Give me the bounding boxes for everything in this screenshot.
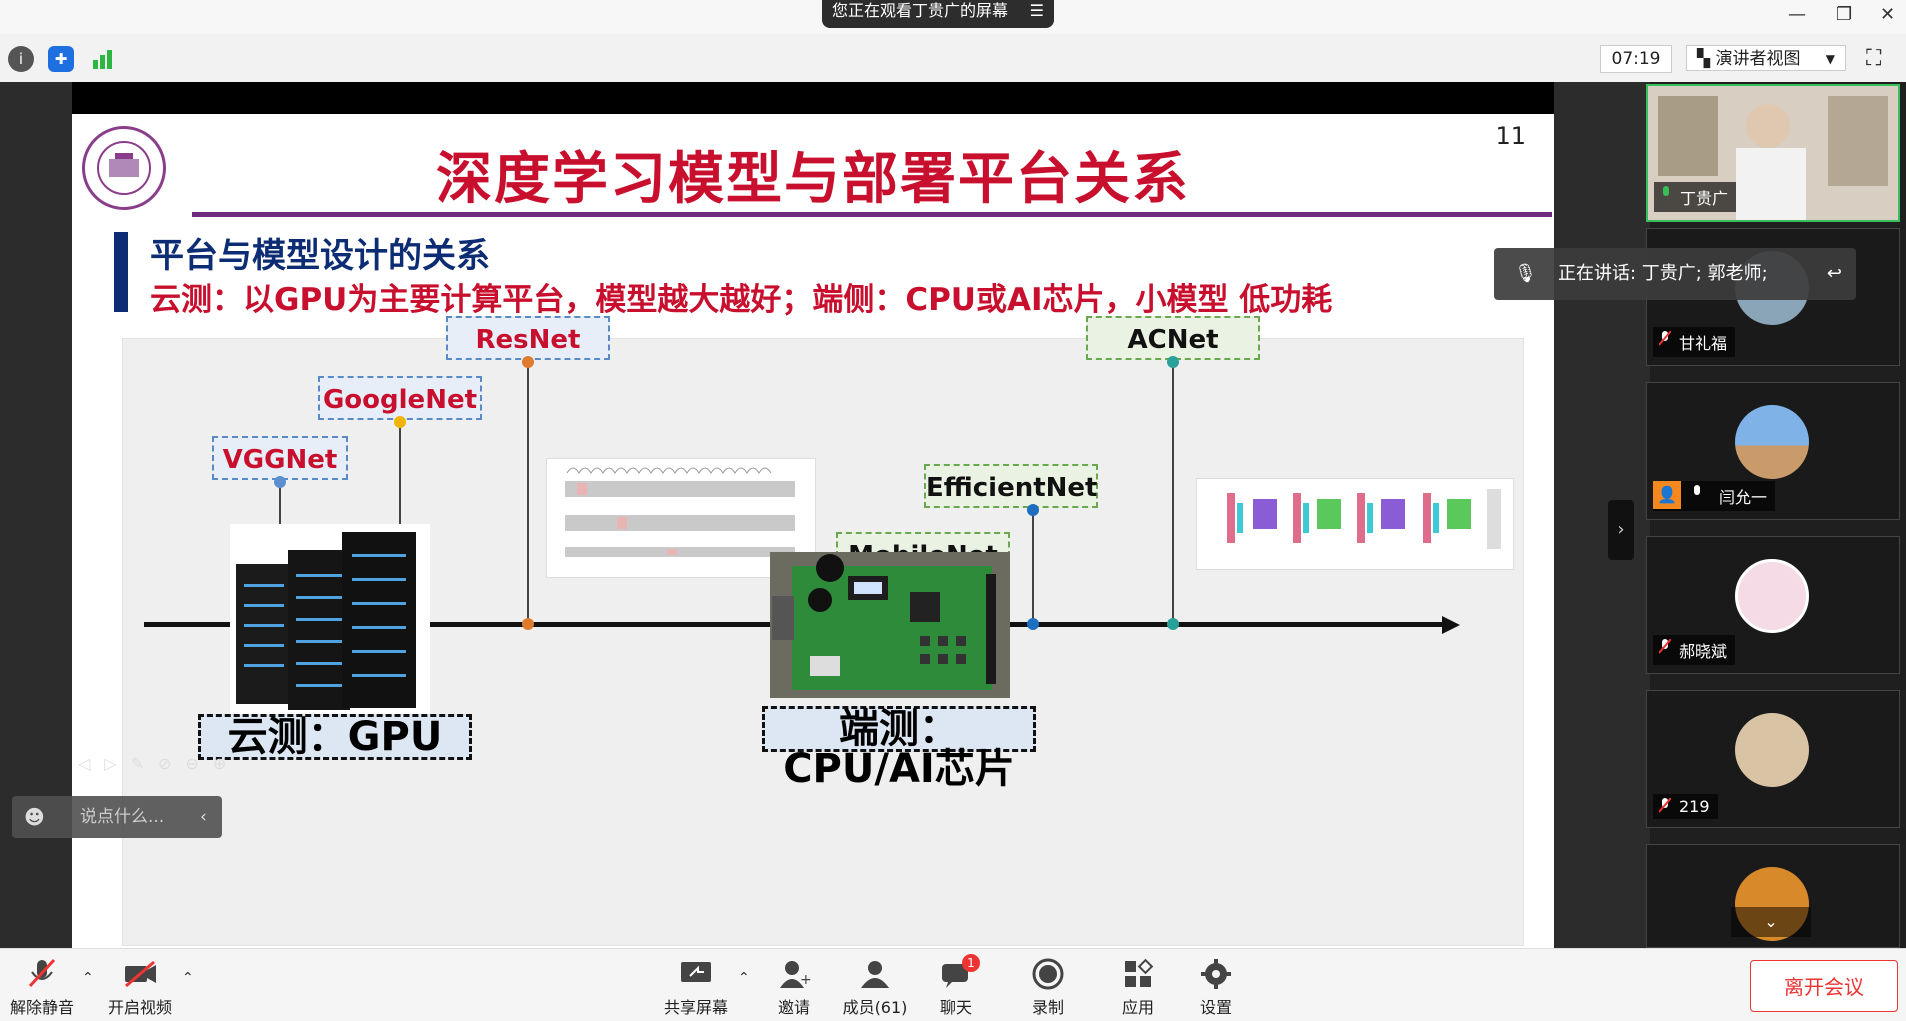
chat-badge: 1 [962, 954, 980, 972]
participant-name-tag: 👤 闫允一 [1653, 481, 1776, 511]
user-icon: 👤 [1653, 481, 1681, 509]
participant-name-tag: 丁贵广 [1654, 182, 1737, 212]
menu-icon[interactable]: ☰ [1030, 0, 1044, 22]
edge-board-image [770, 552, 1010, 698]
resnet-dot [522, 356, 534, 368]
close-icon[interactable]: ✕ [1880, 4, 1895, 25]
participant-name-tag: 甘礼福 [1653, 327, 1736, 357]
chat-input-placeholder: 说点什么... [80, 807, 165, 827]
chat-button[interactable]: 聊天 1 [928, 954, 984, 1018]
timeline-arrowhead [1442, 616, 1460, 634]
chevron-up-icon[interactable]: ⌃ [182, 970, 194, 986]
mic-muted-icon: 🎙 [1514, 263, 1537, 284]
start-video-button[interactable]: 开启视频 [104, 958, 176, 1018]
gear-icon [1198, 958, 1234, 990]
apps-icon [1120, 958, 1156, 990]
chevron-up-icon[interactable]: ⌃ [82, 970, 94, 986]
record-icon [1030, 958, 1066, 990]
resnet-stem [527, 360, 529, 624]
participant-tile[interactable]: 丁贵广 [1646, 84, 1900, 222]
signal-icon[interactable] [92, 48, 114, 70]
chevron-up-icon[interactable]: ⌃ [738, 970, 750, 986]
gpu-server-image [230, 524, 430, 720]
acnet-architecture-image [1196, 478, 1514, 570]
share-screen-button[interactable]: 共享屏幕 [660, 958, 732, 1018]
meeting-timer: 07:19 [1600, 45, 1672, 73]
model-acnet: ACNet [1086, 316, 1260, 360]
subtitle-accent-bar [114, 232, 128, 312]
participant-tile[interactable]: ⌄ [1646, 844, 1900, 948]
members-button[interactable]: 成员(61) [840, 958, 910, 1018]
emoji-icon[interactable]: ☻ [24, 796, 45, 838]
slide-annotation-toolbar[interactable]: ◁▷✎⊘⊖⊕ [78, 754, 258, 774]
avatar [1735, 405, 1809, 479]
mic-on-icon [1660, 186, 1672, 202]
chevron-down-icon[interactable]: ⌄ [1731, 907, 1811, 937]
unmute-button[interactable]: 解除静音 [6, 958, 78, 1018]
share-notice: 您正在观看丁贵广的屏幕 ☰ [822, 0, 1055, 28]
info-icon[interactable]: i [8, 46, 34, 72]
speaking-text: 正在讲话: 丁贵广; 郭老师; [1558, 263, 1768, 284]
model-efficientnet: EfficientNet [924, 464, 1098, 508]
edge-chip-label: 端测：CPU/AI芯片 [762, 706, 1036, 789]
leave-meeting-button[interactable]: 离开会议 [1750, 960, 1898, 1012]
participant-name-tag: 郝晓斌 [1653, 635, 1736, 665]
participant-tile[interactable]: 👤 闫允一 [1646, 382, 1900, 520]
shield-icon[interactable]: ✚ [48, 46, 74, 72]
model-vggnet: VGGNet [212, 436, 348, 480]
slide-title: 深度学习模型与部署平台关系 [436, 147, 1190, 212]
record-button[interactable]: 录制 [1020, 958, 1076, 1018]
apps-button[interactable]: 应用 [1110, 958, 1166, 1018]
slide-subtitle: 平台与模型设计的关系 [150, 236, 490, 276]
settings-button[interactable]: 设置 [1188, 958, 1244, 1018]
title-divider [192, 212, 1552, 217]
users-icon [857, 958, 893, 990]
share-notice-text: 您正在观看丁贵广的屏幕 [832, 1, 1009, 20]
view-mode-label: 演讲者视图 [1715, 49, 1801, 69]
speaking-indicator: 🎙 正在讲话: 丁贵广; 郭老师; ↩ [1494, 248, 1856, 300]
mic-muted-icon [1658, 330, 1672, 347]
avatar [1735, 713, 1809, 787]
participant-tile[interactable]: 219 [1646, 690, 1900, 828]
acnet-stem [1172, 360, 1174, 624]
chevron-left-icon[interactable]: ‹ [200, 796, 207, 838]
presentation-slide: 深度学习模型与部署平台关系 11 平台与模型设计的关系 云测：以GPU为主要计算… [72, 114, 1554, 948]
mic-muted-icon [1658, 797, 1672, 814]
add-user-icon: + [776, 958, 812, 990]
slide-top-bar [72, 82, 1554, 114]
svg-text:+: + [800, 972, 812, 988]
view-mode-dropdown[interactable]: ▚ 演讲者视图 ▼ [1686, 45, 1846, 71]
page-number: 11 [1495, 122, 1526, 150]
layout-icon: ▚ [1697, 49, 1716, 69]
reply-icon[interactable]: ↩ [1827, 248, 1842, 300]
fullscreen-icon[interactable]: ⛶ [1866, 46, 1881, 71]
acnet-axis-dot [1167, 618, 1179, 630]
minimize-icon[interactable]: — [1788, 4, 1806, 25]
efficientnet-axis-dot [1027, 618, 1039, 630]
mic-on-icon [1691, 485, 1703, 501]
mic-muted-icon [1658, 638, 1672, 655]
participant-tile[interactable]: 郝晓斌 [1646, 536, 1900, 674]
efficientnet-stem [1032, 508, 1034, 624]
model-resnet: ResNet [446, 316, 610, 360]
efficientnet-dot [1027, 504, 1039, 516]
chevron-down-icon: ▼ [1825, 52, 1835, 66]
share-screen-icon [678, 958, 714, 990]
participant-name-tag: 219 [1653, 794, 1718, 819]
slide-subtitle-detail: 云测：以GPU为主要计算平台，模型越大越好；端侧：CPU或AI芯片，小模型 低功… [150, 282, 1333, 318]
invite-button[interactable]: + 邀请 [766, 958, 822, 1018]
chat-quick-input[interactable]: ☻ 说点什么... ‹ [12, 796, 222, 838]
restore-icon[interactable]: ❐ [1836, 4, 1852, 25]
acnet-dot [1167, 356, 1179, 368]
resnet-axis-dot [522, 618, 534, 630]
collapse-panel-toggle[interactable]: › [1608, 500, 1634, 560]
mic-muted-icon [24, 958, 60, 990]
video-off-icon [122, 958, 158, 990]
model-googlenet: GoogleNet [318, 376, 482, 420]
avatar [1735, 559, 1809, 633]
googlenet-dot [394, 416, 406, 428]
vggnet-dot [274, 476, 286, 488]
